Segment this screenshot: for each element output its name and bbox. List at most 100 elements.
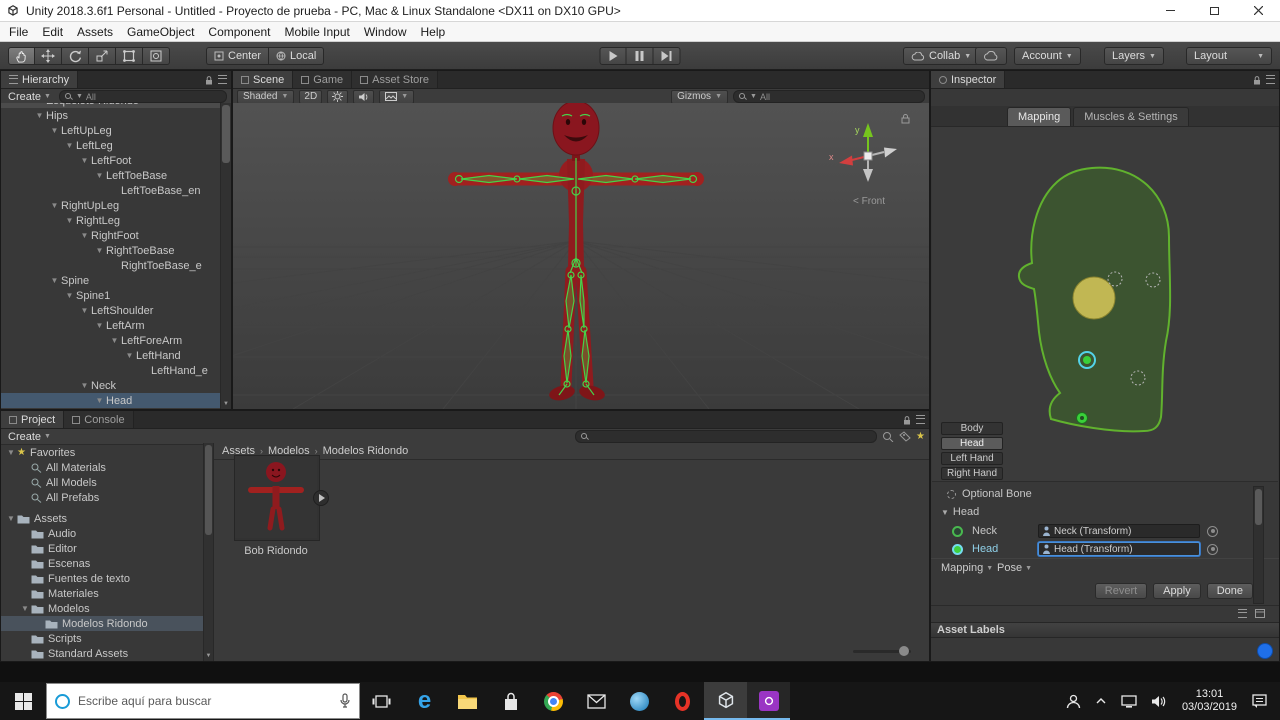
- view-orientation-label[interactable]: < Front: [853, 196, 885, 207]
- expand-asset-icon[interactable]: [313, 490, 329, 506]
- play-button[interactable]: [599, 47, 627, 65]
- hierarchy-item[interactable]: ▼ LeftLeg: [1, 138, 221, 153]
- fold-arrow-icon[interactable]: ▼: [63, 291, 76, 300]
- tab-asset-store[interactable]: Asset Store: [352, 71, 439, 88]
- fold-arrow-icon[interactable]: ▼: [78, 156, 91, 165]
- project-create-button[interactable]: Create ▼: [5, 431, 54, 443]
- footer-menu-pose[interactable]: Pose ▼: [997, 562, 1032, 574]
- mail-icon[interactable]: [575, 682, 618, 720]
- hierarchy-item[interactable]: LeftToeBase_en: [1, 183, 221, 198]
- project-folder-item[interactable]: Materiales: [1, 586, 203, 601]
- scene-viewport[interactable]: y x < Front: [233, 103, 929, 409]
- menu-gameobject[interactable]: GameObject: [120, 22, 201, 41]
- volume-icon[interactable]: [1144, 682, 1174, 720]
- tab-console[interactable]: Console: [64, 411, 134, 428]
- hierarchy-item[interactable]: ▼ Head: [1, 393, 221, 408]
- object-picker-icon[interactable]: [1207, 525, 1218, 537]
- hierarchy-scrollbar[interactable]: ▼: [220, 103, 231, 409]
- hierarchy-item[interactable]: ▼ Neck: [1, 378, 221, 393]
- hierarchy-item[interactable]: ▼ RightFoot: [1, 228, 221, 243]
- step-button[interactable]: [653, 47, 681, 65]
- cloud-button[interactable]: [975, 47, 1007, 65]
- lock-icon[interactable]: [903, 415, 911, 425]
- head-section-header[interactable]: ▼ Head: [931, 505, 1280, 519]
- pause-button[interactable]: [626, 47, 654, 65]
- pivot-mode-button[interactable]: Center: [206, 47, 269, 65]
- favorite-search-item[interactable]: All Materials: [1, 460, 203, 475]
- menu-help[interactable]: Help: [414, 22, 453, 41]
- start-button[interactable]: [0, 682, 46, 720]
- object-picker-icon[interactable]: [1207, 543, 1218, 555]
- hierarchy-create-button[interactable]: Create ▼: [5, 91, 54, 103]
- part-button-right-hand[interactable]: Right Hand: [941, 467, 1003, 480]
- fold-arrow-icon[interactable]: ▼: [5, 448, 17, 457]
- chevron-up-icon[interactable]: [1088, 682, 1114, 720]
- menu-file[interactable]: File: [2, 22, 35, 41]
- part-button-left-hand[interactable]: Left Hand: [941, 452, 1003, 465]
- scroll-down-icon[interactable]: ▼: [204, 651, 213, 661]
- transform-tool-button[interactable]: [143, 47, 170, 65]
- hierarchy-item[interactable]: ▼ LeftArm: [1, 318, 221, 333]
- fold-arrow-icon[interactable]: ▼: [33, 103, 46, 105]
- fold-arrow-icon[interactable]: ▼: [33, 111, 46, 120]
- hierarchy-item[interactable]: ▼ RightUpLeg: [1, 198, 221, 213]
- revert-button[interactable]: Revert: [1094, 583, 1148, 599]
- unity-icon[interactable]: [704, 682, 747, 720]
- store-icon[interactable]: [489, 682, 532, 720]
- maximize-button[interactable]: [1192, 0, 1236, 21]
- fold-arrow-icon[interactable]: ▼: [108, 336, 121, 345]
- project-folder-item[interactable]: Escenas: [1, 556, 203, 571]
- search-by-type-icon[interactable]: [882, 431, 894, 442]
- hierarchy-item[interactable]: ▼ LeftHand: [1, 348, 221, 363]
- panel-menu-icon[interactable]: [1266, 75, 1275, 84]
- mode-tab-mapping[interactable]: Mapping: [1007, 107, 1072, 126]
- capture-icon[interactable]: [747, 682, 790, 720]
- collab-button[interactable]: Collab ▼: [903, 47, 980, 65]
- tab-hierarchy[interactable]: Hierarchy: [1, 71, 79, 88]
- gizmos-dropdown[interactable]: Gizmos ▼: [671, 89, 728, 104]
- fold-arrow-icon[interactable]: ▼: [48, 126, 61, 135]
- project-folder-item[interactable]: Fuentes de texto: [1, 571, 203, 586]
- scale-tool-button[interactable]: [89, 47, 116, 65]
- assets-root[interactable]: ▼ Assets: [1, 511, 203, 526]
- project-folder-item[interactable]: Modelos Ridondo: [1, 616, 203, 631]
- favorite-search-item[interactable]: All Models: [1, 475, 203, 490]
- breadcrumb-item[interactable]: Modelos Ridondo: [323, 445, 409, 457]
- fold-arrow-icon[interactable]: ▼: [93, 321, 106, 330]
- scene-orientation-gizmo[interactable]: y x < Front: [823, 109, 915, 211]
- hierarchy-item[interactable]: ▼ RightLeg: [1, 213, 221, 228]
- lock-icon[interactable]: [205, 75, 213, 85]
- layers-button[interactable]: Layers ▼: [1104, 47, 1164, 65]
- close-button[interactable]: [1236, 0, 1280, 21]
- fold-arrow-icon[interactable]: ▼: [63, 141, 76, 150]
- scroll-down-icon[interactable]: ▼: [221, 399, 231, 409]
- minimize-button[interactable]: [1148, 0, 1192, 21]
- file-explorer-icon[interactable]: [446, 682, 489, 720]
- hierarchy-item[interactable]: ▼ Hips: [1, 108, 221, 123]
- fold-arrow-icon[interactable]: ▼: [93, 396, 106, 405]
- scene-search-input[interactable]: ▼ All: [733, 90, 925, 103]
- people-icon[interactable]: [1059, 682, 1088, 720]
- asset-thumbnail[interactable]: [234, 455, 320, 541]
- browser-icon[interactable]: [618, 682, 661, 720]
- project-folder-item[interactable]: Standard Assets: [1, 646, 203, 661]
- edge-icon[interactable]: e: [403, 682, 446, 720]
- hierarchy-item[interactable]: ▼ LeftShoulder: [1, 303, 221, 318]
- effects-dropdown[interactable]: ▼: [379, 89, 415, 104]
- tab-project[interactable]: Project: [1, 411, 65, 428]
- panel-menu-icon[interactable]: [218, 75, 227, 84]
- 2d-toggle[interactable]: 2D: [299, 89, 323, 104]
- hierarchy-item[interactable]: ▼ Spine1: [1, 288, 221, 303]
- layout-button[interactable]: Layout ▼: [1186, 47, 1272, 65]
- network-icon[interactable]: [1114, 682, 1144, 720]
- hierarchy-item[interactable]: RightToeBase_e: [1, 258, 221, 273]
- done-button[interactable]: Done: [1206, 583, 1253, 599]
- space-mode-button[interactable]: Local: [268, 47, 325, 65]
- rotate-tool-button[interactable]: [62, 47, 89, 65]
- fold-arrow-icon[interactable]: ▼: [78, 306, 91, 315]
- panel-menu-icon[interactable]: [916, 415, 925, 424]
- move-tool-button[interactable]: [35, 47, 62, 65]
- fold-arrow-icon[interactable]: ▼: [63, 216, 76, 225]
- fold-arrow-icon[interactable]: ▼: [5, 514, 17, 523]
- fold-arrow-icon[interactable]: ▼: [78, 231, 91, 240]
